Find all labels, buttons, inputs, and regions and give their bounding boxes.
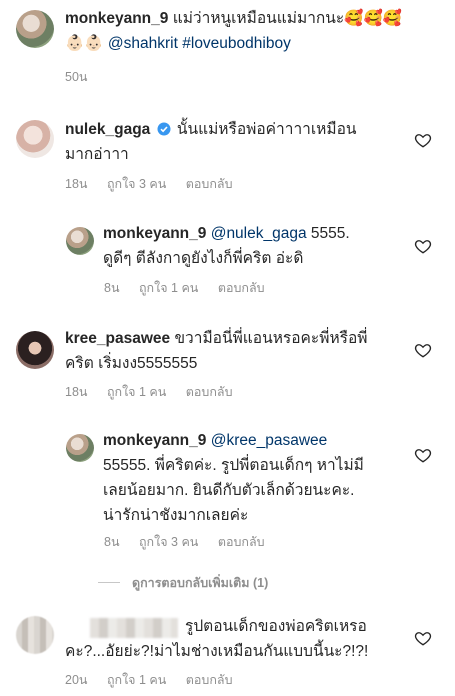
reply-text: monkeyann_9 @nulek_gaga 5555. ดูดีๆ ตีลั… xyxy=(103,221,403,271)
comment-meta: 18น ถูกใจ 1 คน ตอบกลับ xyxy=(65,382,249,402)
comment-body: ขวามือนี่พี่แอนหรอคะพี่หรือพี่ xyxy=(174,330,368,347)
comment-body-2: มากอ่าาา xyxy=(65,146,129,163)
reply-button[interactable]: ตอบกลับ xyxy=(186,673,233,687)
reply-body: 55555. พี่คริตค่ะ. รูปพี่ตอนเด็กๆ หาไม่ม… xyxy=(103,457,364,474)
verified-badge-icon xyxy=(157,122,171,136)
reply-time: 8น xyxy=(104,535,120,549)
avatar-kree-pasawee[interactable] xyxy=(16,331,54,369)
reply-button[interactable]: ตอบกลับ xyxy=(186,177,233,191)
heart-icon[interactable] xyxy=(414,446,432,464)
caption-hashtag[interactable]: #loveubodhiboy xyxy=(182,35,291,52)
avatar-monkeyann[interactable] xyxy=(16,10,54,48)
comment-meta: 18น ถูกใจ 3 คน ตอบกลับ xyxy=(65,174,249,194)
heart-icon[interactable] xyxy=(414,237,432,255)
comment-username[interactable]: nulek_gaga xyxy=(65,121,150,138)
reply-body-3: น่ารักน่าชังมากเลยค่ะ xyxy=(103,507,249,524)
reply-button[interactable]: ตอบกลับ xyxy=(186,385,233,399)
avatar-monkeyann[interactable] xyxy=(66,227,94,255)
comment-time: 18น xyxy=(65,385,88,399)
reply-mention[interactable]: @nulek_gaga xyxy=(211,225,307,242)
reply-mention[interactable]: @kree_pasawee xyxy=(211,432,328,449)
caption-username[interactable]: monkeyann_9 xyxy=(65,10,168,27)
comment-body: นั้นแม่หรือพ่อค่าาาาเหมือน xyxy=(176,121,357,138)
reply-meta: 8น ถูกใจ 1 คน ตอบกลับ xyxy=(104,278,281,298)
caption-time: 50น xyxy=(65,70,88,84)
caption-emoji: 👶🏻👶🏻 xyxy=(65,35,104,52)
heart-icon[interactable] xyxy=(414,341,432,359)
comment-time: 18น xyxy=(65,177,88,191)
heart-icon[interactable] xyxy=(414,629,432,647)
reply-body-2: ดูดีๆ ตีลังกาดูยังไงก็พี่คริต อ่ะดิ xyxy=(103,250,304,267)
comment-body-2: คะ?...อัยย่ะ?!ม่าไมช่างเหมือนกันแบบนี้นะ… xyxy=(65,643,369,660)
comment-meta: 20น ถูกใจ 1 คน ตอบกลับ xyxy=(65,670,249,690)
avatar-nulek-gaga[interactable] xyxy=(16,120,54,158)
comment-username[interactable]: kree_pasawee xyxy=(65,330,170,347)
reply-username[interactable]: monkeyann_9 xyxy=(103,432,206,449)
reply-username[interactable]: monkeyann_9 xyxy=(103,225,206,242)
comment-text: nulek_gaga นั้นแม่หรือพ่อค่าาาาเหมือน มา… xyxy=(65,117,395,167)
reply-button[interactable]: ตอบกลับ xyxy=(218,281,265,295)
comment-likes[interactable]: ถูกใจ 1 คน xyxy=(107,673,166,687)
avatar-monkeyann[interactable] xyxy=(66,434,94,462)
comment-time: 20น xyxy=(65,673,88,687)
view-replies-divider xyxy=(98,582,120,583)
reply-likes[interactable]: ถูกใจ 1 คน xyxy=(139,281,198,295)
reply-meta: 8น ถูกใจ 3 คน ตอบกลับ xyxy=(104,532,281,552)
caption-mention[interactable]: @shahkrit xyxy=(108,35,178,52)
caption-text: monkeyann_9 แม่ว่าหนูเหมือนแม่มากนะ🥰🥰🥰 👶… xyxy=(65,6,445,56)
reply-likes[interactable]: ถูกใจ 3 คน xyxy=(139,535,198,549)
comment-likes[interactable]: ถูกใจ 1 คน xyxy=(107,385,166,399)
comment-likes[interactable]: ถูกใจ 3 คน xyxy=(107,177,166,191)
view-more-replies-button[interactable]: ดูการตอบกลับเพิ่มเติม (1) xyxy=(132,573,268,593)
caption-body: แม่ว่าหนูเหมือนแม่มากนะ🥰🥰🥰 xyxy=(172,10,403,27)
comment-text: รูปตอนเด็กของพ่อคริตเหรอ คะ?...อัยย่ะ?!ม… xyxy=(65,614,415,664)
avatar-blurred[interactable] xyxy=(16,616,54,654)
comment-text: kree_pasawee ขวามือนี่พี่แอนหรอคะพี่หรือ… xyxy=(65,326,405,376)
comment-body: รูปตอนเด็กของพ่อคริตเหรอ xyxy=(185,618,367,635)
reply-time: 8น xyxy=(104,281,120,295)
reply-body-2: เลยน้อยมาก. ยินดีกับตัวเล็กด้วยนะคะ. xyxy=(103,482,355,499)
reply-button[interactable]: ตอบกลับ xyxy=(218,535,265,549)
reply-body: 5555. xyxy=(310,225,350,242)
heart-icon[interactable] xyxy=(414,131,432,149)
reply-text: monkeyann_9 @kree_pasawee 55555. พี่คริต… xyxy=(103,428,413,528)
comment-body-2: คริต เริ่มงง5555555 xyxy=(65,355,198,372)
